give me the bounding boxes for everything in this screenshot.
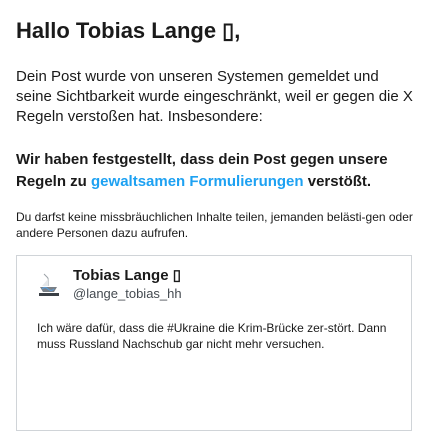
- post-text: Ich wäre dafür, dass die #Ukraine die Kr…: [37, 321, 387, 351]
- intro-text: Dein Post wurde von unseren Systemen gem…: [16, 68, 413, 125]
- reported-post-card: Tobias Lange ▯ @lange_tobias_hh Ich wäre…: [16, 255, 412, 431]
- violation-statement: Wir haben festgestellt, dass dein Post g…: [16, 149, 416, 193]
- rule-description: Du darfst keine missbräuchlichen Inhalte…: [16, 210, 413, 240]
- post-author-name: Tobias Lange ▯: [73, 267, 181, 284]
- post-author-handle: @lange_tobias_hh: [73, 286, 182, 301]
- violation-statement-suffix: verstößt.: [303, 173, 372, 190]
- boat-avatar-icon: [37, 272, 63, 298]
- violent-speech-policy-link[interactable]: gewaltsamen Formulierungen: [91, 173, 304, 190]
- greeting-heading: Hallo Tobias Lange ▯,: [16, 18, 241, 43]
